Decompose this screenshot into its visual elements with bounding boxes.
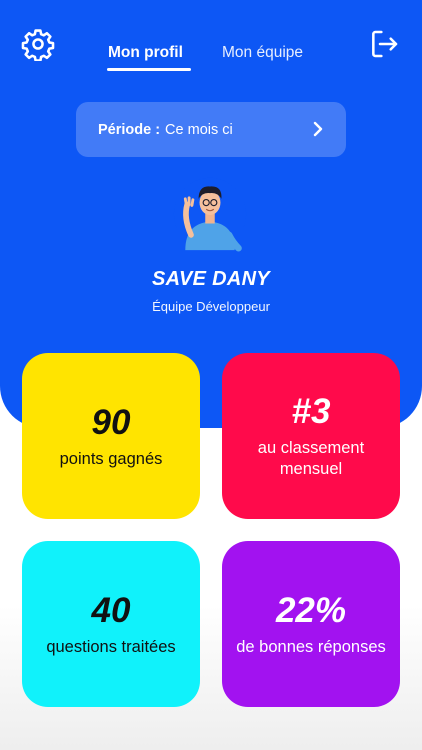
tab-mon-equipe[interactable]: Mon équipe	[222, 44, 303, 62]
stat-value: 90	[91, 402, 131, 442]
gear-icon	[21, 29, 55, 61]
active-tab-indicator	[107, 68, 191, 71]
stat-label: au classement mensuel	[257, 439, 365, 478]
period-value: Ce mois ci	[165, 121, 233, 138]
stat-label: questions traitées	[46, 637, 176, 656]
stat-card-good-answers: 22% de bonnes réponses	[222, 541, 400, 707]
period-selector[interactable]: Période : Ce mois ci	[76, 102, 346, 157]
stat-value: 22%	[275, 590, 347, 630]
stat-card-ranking: #3 au classement mensuel	[222, 353, 400, 519]
profile-team: Équipe Développeur	[152, 299, 270, 314]
chevron-right-icon	[313, 121, 323, 137]
avatar	[173, 177, 247, 252]
stat-value: #3	[291, 392, 331, 431]
stat-value: 40	[91, 590, 131, 630]
stat-label: de bonnes réponses	[236, 637, 386, 656]
logout-icon	[372, 30, 398, 58]
profile-name: SAVE DANY	[152, 268, 270, 290]
stat-label: points gagnés	[59, 449, 163, 468]
settings-button[interactable]	[18, 24, 58, 64]
logout-button[interactable]	[364, 24, 404, 64]
tab-mon-profil[interactable]: Mon profil	[108, 44, 183, 62]
stat-card-questions: 40 questions traitées	[22, 541, 200, 707]
period-label: Période :	[98, 121, 161, 138]
stat-card-points: 90 points gagnés	[22, 353, 200, 519]
